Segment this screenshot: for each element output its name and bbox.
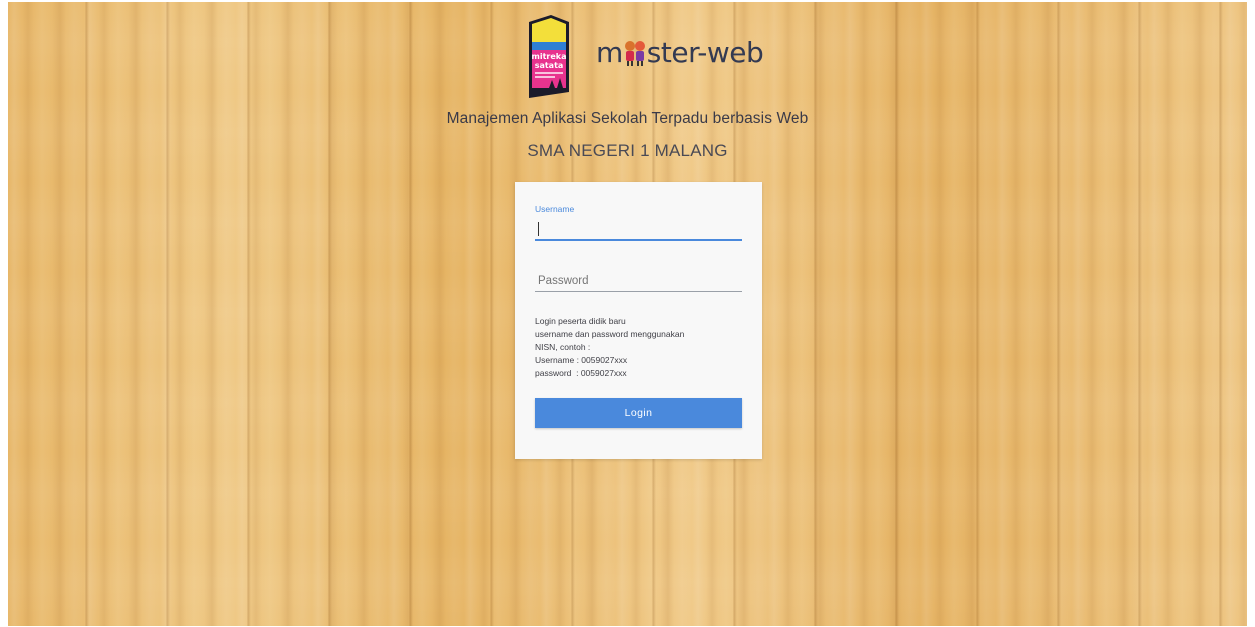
login-card: Username Login peserta didik baru userna… bbox=[515, 182, 762, 459]
password-field-group bbox=[535, 266, 742, 292]
brand-wordmark: m ster-web bbox=[596, 36, 764, 76]
username-field-group: Username bbox=[535, 204, 742, 242]
username-label: Username bbox=[535, 204, 575, 214]
password-input[interactable] bbox=[535, 266, 742, 292]
username-input[interactable] bbox=[535, 217, 742, 241]
instruction-line: password : 0059027xxx bbox=[535, 368, 627, 378]
instruction-line: username dan password menggunakan bbox=[535, 329, 685, 339]
text-caret bbox=[538, 222, 539, 236]
kids-mascot-icon bbox=[624, 41, 645, 66]
instruction-line: NISN, contoh : bbox=[535, 342, 591, 352]
header: mitreka satata m ster-web Manajemen Apli… bbox=[0, 0, 1255, 170]
badge-line2: satata bbox=[535, 61, 564, 70]
login-button[interactable]: Login bbox=[535, 398, 742, 428]
school-name: SMA NEGERI 1 MALANG bbox=[527, 141, 728, 160]
login-instructions: Login peserta didik baru username dan pa… bbox=[535, 315, 745, 380]
badge-line1: mitreka bbox=[532, 52, 567, 61]
app-title: Manajemen Aplikasi Sekolah Terpadu berba… bbox=[446, 110, 809, 127]
instruction-line: Username : 0059027xxx bbox=[535, 355, 628, 365]
instruction-line: Login peserta didik baru bbox=[535, 316, 626, 326]
brand-prefix: m bbox=[596, 36, 623, 69]
brand-suffix: ster-web bbox=[646, 36, 764, 69]
school-logo-badge: mitreka satata bbox=[529, 15, 569, 98]
